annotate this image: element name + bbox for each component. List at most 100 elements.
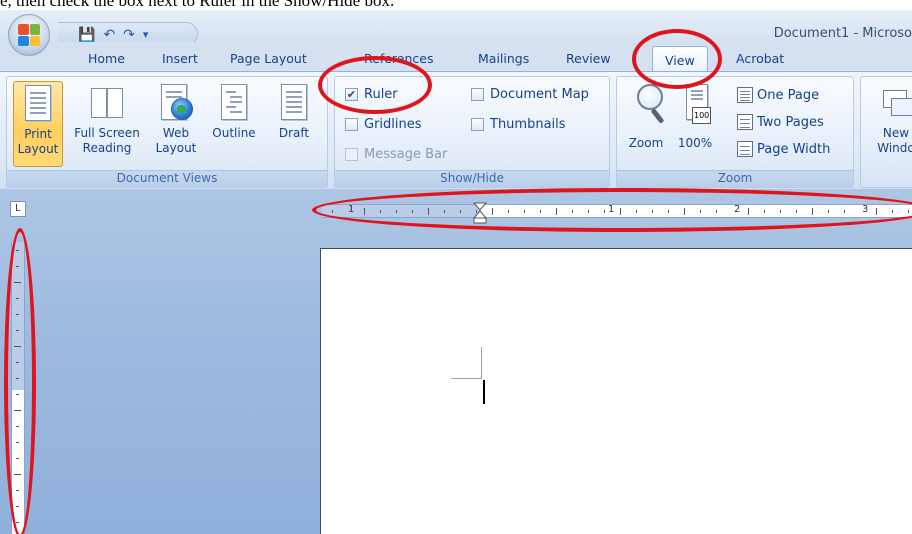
group-document-views: Print Layout Full Screen Reading Web Lay… [6, 76, 328, 188]
undo-icon[interactable]: ↶ [103, 26, 115, 43]
ruler-tick [780, 210, 781, 213]
web-layout-button[interactable]: Web Layout [151, 81, 201, 156]
thumbnails-checkbox-row[interactable]: Thumbnails [471, 117, 566, 132]
tab-selector-button[interactable]: L [10, 201, 26, 217]
one-page-icon [737, 87, 753, 103]
ruler-tick [668, 210, 669, 213]
window-title: Document1 - Microso [773, 26, 912, 41]
vertical-ruler-tick [16, 362, 19, 363]
vertical-ruler-tick [16, 298, 19, 299]
tab-mailings[interactable]: Mailings [478, 51, 529, 66]
thumbnails-label: Thumbnails [490, 117, 566, 132]
ruler-tick [716, 210, 717, 213]
document-page[interactable] [320, 248, 912, 534]
ruler-checkbox-row[interactable]: ✔ Ruler [345, 87, 398, 102]
vertical-ruler-tick [16, 378, 19, 379]
ruler-tick [428, 208, 429, 215]
ruler-label-2: 2 [734, 204, 741, 215]
two-pages-icon [737, 114, 753, 130]
ruler-tick [812, 208, 813, 215]
zoom-100-icon: 100 [678, 84, 712, 124]
ruler-tick [460, 210, 461, 213]
two-pages-button[interactable]: Two Pages [737, 114, 824, 130]
indent-marker-icon[interactable] [473, 202, 487, 224]
customize-qat-icon[interactable]: ▾ [143, 28, 149, 41]
vertical-ruler[interactable] [11, 242, 25, 534]
zoom-100-button[interactable]: 100 100% [673, 81, 717, 167]
ruler-tick [892, 210, 893, 213]
document-map-label: Document Map [490, 87, 589, 102]
print-layout-label-1: Print [24, 127, 52, 141]
vertical-ruler-tick [16, 314, 19, 315]
save-icon[interactable]: 💾 [78, 26, 95, 43]
tab-home[interactable]: Home [88, 51, 125, 66]
document-map-checkbox[interactable] [471, 88, 484, 101]
horizontal-ruler[interactable]: 1 1 2 3 [322, 202, 912, 224]
globe-icon [159, 84, 193, 122]
new-window-button[interactable]: New Windo [867, 81, 912, 156]
vertical-ruler-tick [14, 346, 21, 347]
thumbnails-checkbox[interactable] [471, 118, 484, 131]
group-show-hide: ✔ Ruler Gridlines Message Bar Document M… [334, 76, 610, 188]
ribbon-tab-bar: Home Insert Page Layout References Maili… [0, 42, 912, 73]
ruler-tick [604, 210, 605, 213]
gridlines-checkbox[interactable] [345, 118, 358, 131]
new-window-icon [879, 84, 912, 122]
one-page-label: One Page [757, 87, 820, 103]
ruler-tick [412, 210, 413, 213]
ruler-label-left-1: 1 [348, 204, 355, 215]
ruler-checkbox[interactable]: ✔ [345, 88, 358, 101]
vertical-ruler-tick [14, 282, 21, 283]
zoom-button[interactable]: Zoom [623, 81, 669, 167]
tab-references[interactable]: References [364, 51, 433, 66]
document-views-label: Document Views [7, 170, 327, 187]
margin-crop-mark-vertical [481, 347, 482, 378]
vertical-ruler-tick [16, 442, 19, 443]
full-screen-label-2: Reading [82, 141, 132, 155]
one-page-button[interactable]: One Page [737, 87, 819, 103]
vertical-ruler-tick [14, 410, 21, 411]
ruler-tick [572, 210, 573, 213]
redo-icon[interactable]: ↷ [123, 26, 135, 43]
page-width-button[interactable]: Page Width [737, 141, 830, 157]
ruler-tick [364, 208, 365, 215]
ruler-tick [396, 210, 397, 213]
zoom-group-label: Zoom [617, 170, 853, 187]
outline-icon [217, 84, 251, 122]
vertical-ruler-top-margin [12, 242, 24, 390]
vertical-ruler-tick [16, 330, 19, 331]
ruler-label-3: 3 [862, 204, 869, 215]
ruler-tick [844, 210, 845, 213]
print-layout-button[interactable]: Print Layout [13, 81, 63, 167]
magnifier-icon [629, 84, 665, 124]
office-logo-icon [18, 24, 40, 46]
outline-button[interactable]: Outline [205, 81, 263, 141]
ruler-label-1: 1 [608, 204, 615, 215]
ruler-tick [492, 208, 493, 215]
document-workspace: L 1 1 2 3 [0, 189, 912, 534]
page-width-icon [737, 141, 753, 157]
ruler-tick [908, 210, 909, 213]
ruler-tick [796, 210, 797, 213]
tab-acrobat[interactable]: Acrobat [736, 51, 784, 66]
print-layout-icon [21, 85, 55, 123]
vertical-ruler-tick [14, 474, 21, 475]
web-layout-label-2: Layout [155, 141, 197, 155]
vertical-ruler-tick [16, 426, 19, 427]
new-window-label-1: New [882, 126, 910, 140]
office-button[interactable] [8, 14, 50, 56]
tab-view[interactable]: View [652, 46, 708, 73]
gridlines-label: Gridlines [364, 117, 422, 132]
zoom-100-badge: 100 [692, 107, 712, 124]
gridlines-checkbox-row[interactable]: Gridlines [345, 117, 422, 132]
full-screen-reading-button[interactable]: Full Screen Reading [67, 81, 147, 156]
tab-insert[interactable]: Insert [162, 51, 198, 66]
tab-review[interactable]: Review [566, 51, 611, 66]
ruler-tick [540, 210, 541, 213]
zoom-button-label: Zoom [628, 136, 664, 150]
draft-button[interactable]: Draft [269, 81, 319, 141]
document-map-checkbox-row[interactable]: Document Map [471, 87, 589, 102]
draft-label: Draft [278, 126, 310, 140]
tab-page-layout[interactable]: Page Layout [230, 51, 307, 66]
title-bar: 💾 ↶ ↷ ▾ Document1 - Microso [0, 10, 912, 46]
